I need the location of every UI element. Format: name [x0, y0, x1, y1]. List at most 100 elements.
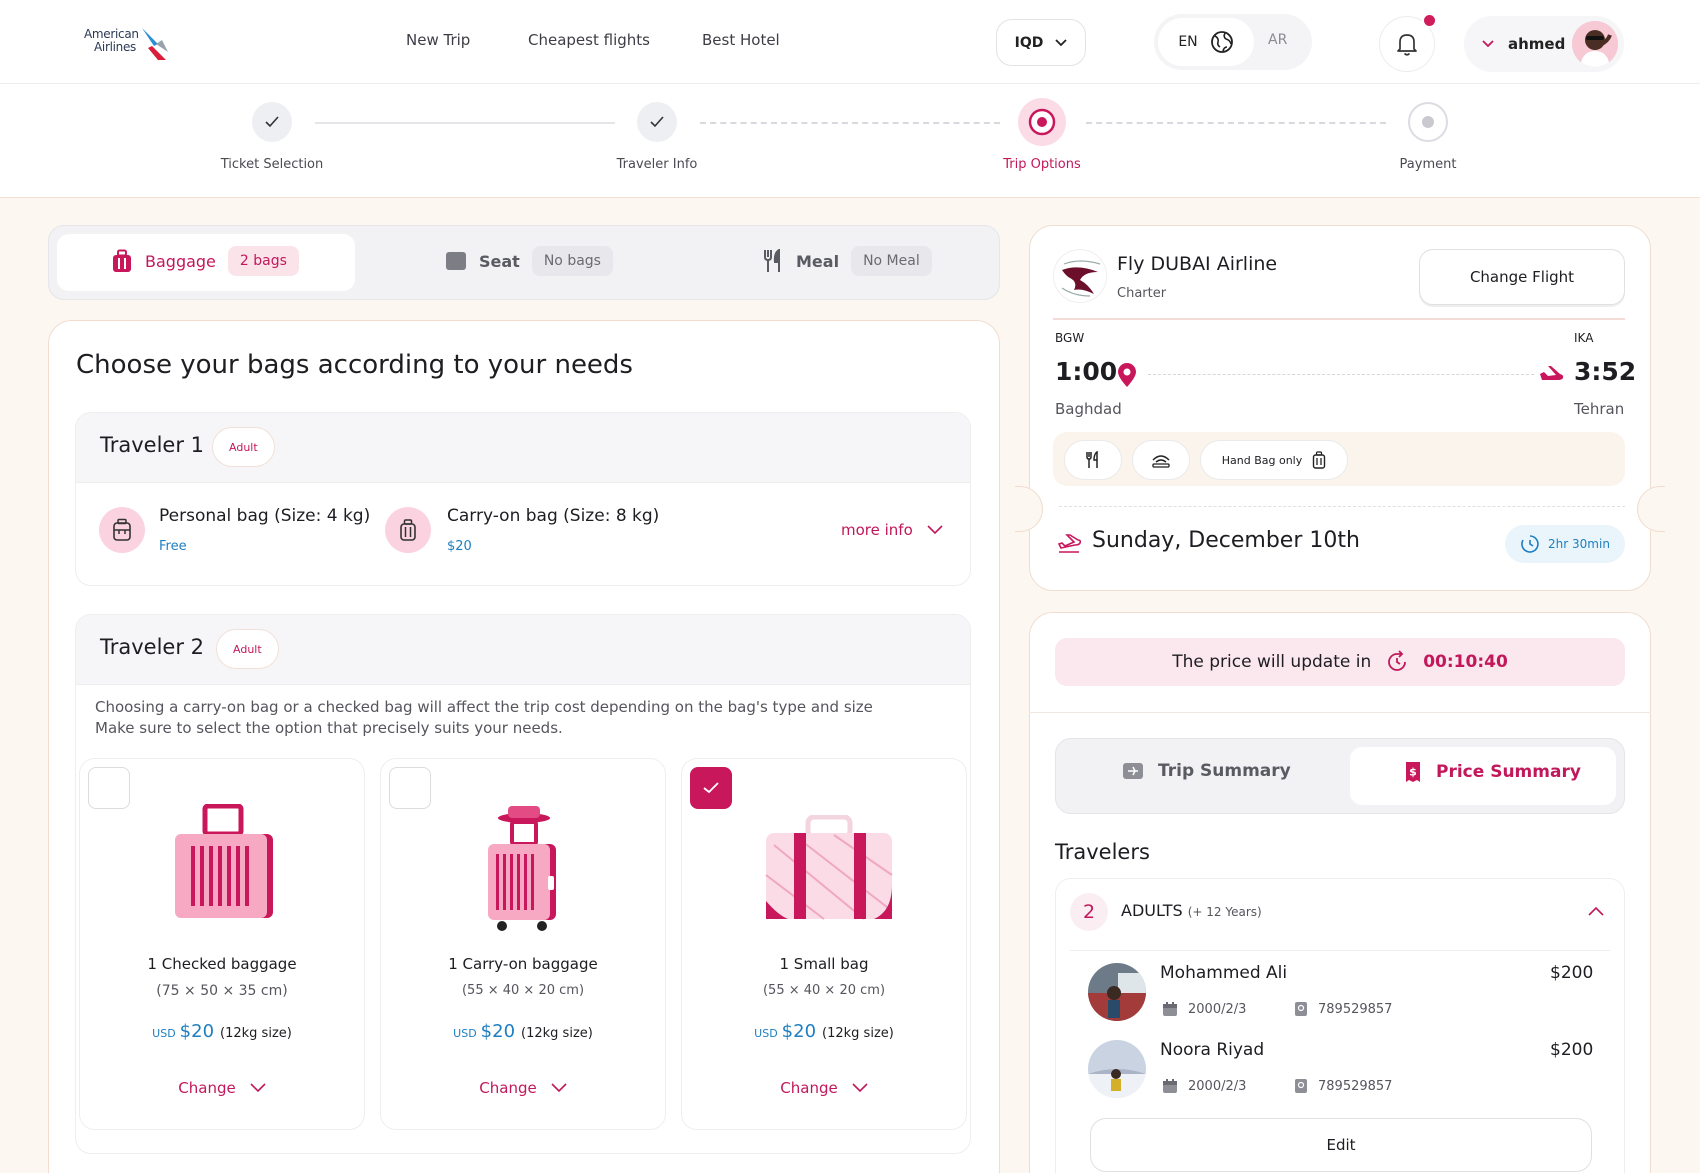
check-icon: [265, 116, 279, 128]
step-traveler-info[interactable]: [637, 102, 677, 142]
tab-baggage-count: 2 bags: [227, 246, 299, 276]
tab-meal[interactable]: Meal No Meal: [762, 246, 932, 276]
currency-label: USD: [453, 1027, 477, 1040]
tab-trip-summary[interactable]: Trip Summary: [1122, 761, 1291, 781]
passenger-price: $200: [1550, 963, 1594, 983]
price-timer: The price will update in 00:10:40: [1055, 638, 1625, 686]
chevron-down-icon: [551, 1083, 567, 1093]
tab-baggage[interactable]: Baggage 2 bags: [111, 246, 299, 276]
lang-en-button[interactable]: EN: [1158, 18, 1254, 66]
bag-option-checkbox[interactable]: [389, 767, 431, 809]
step-ticket-selection[interactable]: [252, 102, 292, 142]
nav-new-trip[interactable]: New Trip: [406, 31, 470, 49]
amenity-baggage: Hand Bag only: [1200, 440, 1348, 480]
bag-option-checkbox-checked[interactable]: [690, 767, 732, 809]
tab-seat[interactable]: Seat No bags: [445, 246, 613, 276]
tab-meal-label: Meal: [796, 251, 840, 271]
user-name: ahmed: [1508, 35, 1566, 53]
page-title: Choose your bags according to your needs: [76, 350, 633, 380]
american-airlines-logo[interactable]: American Airlines: [84, 26, 184, 62]
receipt-dollar-icon: $: [1406, 762, 1420, 782]
lang-ar-button[interactable]: AR: [1268, 32, 1287, 48]
departure-time: 1:00: [1055, 357, 1118, 386]
passenger-passport-value: 789529857: [1318, 1001, 1393, 1017]
step-payment[interactable]: [1408, 102, 1448, 142]
luggage-icon: [113, 249, 131, 272]
bag-option-title: 1 Carry-on baggage: [448, 955, 598, 973]
ticket-icon: [1123, 763, 1143, 779]
passenger-name: Noora Riyad: [1160, 1040, 1265, 1060]
chevron-down-icon: [927, 525, 943, 535]
currency-select[interactable]: IQD: [996, 19, 1086, 66]
notification-badge: [1422, 13, 1437, 28]
flight-duration: 2hr 30min: [1505, 525, 1625, 563]
weight-label: (12kg size): [220, 1026, 292, 1041]
passenger-name: Mohammed Ali: [1160, 963, 1288, 983]
nav-best-hotel[interactable]: Best Hotel: [702, 31, 780, 49]
carry-on-bag-price: $20: [447, 539, 472, 554]
change-button[interactable]: Change: [381, 1079, 665, 1097]
seat-recline-icon: [1152, 455, 1170, 468]
chevron-down-icon: [852, 1083, 868, 1093]
currency-value: IQD: [1014, 34, 1044, 51]
traveler-1-header: Traveler 1 Adult: [76, 413, 970, 483]
tab-baggage-label: Baggage: [145, 251, 216, 271]
globe-icon: [1210, 31, 1233, 53]
bag-option-price: USD $20 (12kg size): [80, 1021, 364, 1042]
user-menu[interactable]: ahmed: [1464, 16, 1624, 72]
flight-amenities: Hand Bag only: [1053, 432, 1625, 486]
price-amount: $20: [179, 1021, 215, 1042]
nav-cheapest-flights[interactable]: Cheapest flights: [528, 31, 650, 49]
personal-bag-icon: [99, 507, 145, 553]
more-info-toggle[interactable]: more info: [841, 521, 943, 539]
language-switch: EN AR: [1154, 14, 1312, 70]
fork-knife-icon: [1086, 451, 1098, 468]
change-button[interactable]: Change: [682, 1079, 966, 1097]
seat-icon: [446, 252, 466, 270]
passport-icon: [1295, 1002, 1307, 1016]
clock-icon: [1521, 535, 1539, 553]
more-info-label: more info: [841, 521, 913, 539]
bag-option-checked-baggage[interactable]: 1 Checked baggage (75 × 50 × 35 cm) USD $…: [79, 758, 365, 1130]
chevron-down-icon: [1055, 38, 1067, 46]
passport-icon: [1295, 1079, 1307, 1093]
logo-mark-icon: [142, 28, 168, 60]
edit-travelers-button[interactable]: Edit: [1090, 1118, 1592, 1172]
passenger-passport: 789529857: [1294, 1078, 1392, 1094]
weight-label: (12kg size): [822, 1026, 894, 1041]
step-label: Payment: [1399, 157, 1457, 172]
fork-knife-icon: [764, 249, 780, 272]
step-connector: [315, 122, 615, 124]
bag-option-carry-on[interactable]: 1 Carry-on baggage (55 × 40 × 20 cm) USD…: [380, 758, 666, 1130]
plane-landing-icon: [1540, 366, 1564, 380]
progress-stepper: Ticket Selection Traveler Info Trip Opti…: [0, 84, 1700, 198]
currency-label: USD: [152, 1027, 176, 1040]
bag-option-checkbox[interactable]: [88, 767, 130, 809]
adults-label: ADULTS (+ 12 Years): [1121, 901, 1262, 920]
passenger-avatar: [1088, 963, 1146, 1021]
tab-seat-label: Seat: [479, 251, 520, 271]
airline-name: Fly DUBAI Airline: [1117, 253, 1278, 275]
amenity-wifi: [1132, 440, 1190, 480]
change-flight-button[interactable]: Change Flight: [1419, 249, 1625, 305]
change-button[interactable]: Change: [80, 1079, 364, 1097]
timer-label: The price will update in: [1172, 652, 1372, 672]
passenger-dob: 2000/2/3: [1162, 1001, 1246, 1017]
divider: [1053, 318, 1625, 320]
divider: [1029, 712, 1651, 713]
step-trip-options[interactable]: [1018, 98, 1066, 146]
destination-city: Tehran: [1574, 400, 1625, 418]
chevron-up-icon[interactable]: [1588, 906, 1604, 916]
baggage-note-line2: Make sure to select the option that prec…: [95, 719, 563, 737]
traveler-2-title: Traveler 2: [100, 635, 205, 659]
change-label: Change: [178, 1079, 236, 1097]
trip-options-tabs: Baggage 2 bags Seat No bags Meal No Meal: [48, 225, 1000, 300]
passenger-dob-value: 2000/2/3: [1188, 1078, 1247, 1094]
passenger-passport: 789529857: [1294, 1001, 1392, 1017]
divider: [1070, 950, 1610, 951]
price-amount: $20: [781, 1021, 817, 1042]
adults-age-range: (+ 12 Years): [1187, 905, 1262, 919]
tab-price-summary[interactable]: $ Price Summary: [1404, 761, 1581, 783]
bag-option-small-bag[interactable]: 1 Small bag (55 × 40 × 20 cm) USD $20 (12k…: [681, 758, 967, 1130]
refresh-clock-icon: [1388, 650, 1407, 671]
